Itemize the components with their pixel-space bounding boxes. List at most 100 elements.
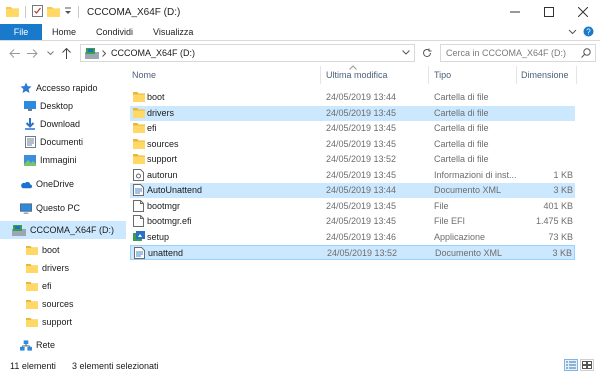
column-divider[interactable] <box>576 66 577 84</box>
sidebar-item-label: Accesso rapido <box>36 83 98 93</box>
sidebar-item-quick-access[interactable]: Accesso rapido <box>20 80 98 96</box>
address-bar[interactable]: CCCOMA_X64F (D:) <box>80 44 415 62</box>
sidebar-item-boot[interactable]: boot <box>26 242 60 258</box>
table-row[interactable]: bootmgr.efi 24/05/2019 13:45 File EFI 1.… <box>130 214 575 229</box>
search-placeholder: Cerca in CCCOMA_X64F (D:) <box>446 48 567 58</box>
table-row[interactable]: bootmgr 24/05/2019 13:45 File 401 KB <box>130 199 575 214</box>
sidebar-item-desktop[interactable]: Desktop <box>24 98 120 114</box>
file-modified: 24/05/2019 13:45 <box>326 107 397 118</box>
column-header-row: Nome Ultima modifica Tipo Dimensione <box>130 65 590 84</box>
customize-toolbar-icon[interactable] <box>64 6 72 18</box>
sidebar-item-label: efi <box>42 281 52 291</box>
drive-icon <box>85 47 99 59</box>
table-row[interactable]: setup 24/05/2019 13:46 Applicazione 73 K… <box>130 230 575 245</box>
sidebar-item-this-pc[interactable]: Questo PC <box>20 200 80 216</box>
file-size: 3 KB <box>553 185 573 195</box>
column-divider[interactable] <box>516 66 517 84</box>
sidebar-item-label: Rete <box>36 340 56 350</box>
sidebar-item-pictures[interactable]: Immagini <box>24 152 120 168</box>
sidebar-item-label: drivers <box>42 263 70 273</box>
table-row[interactable]: support 24/05/2019 13:52 Cartella di fil… <box>130 152 575 167</box>
tab-view[interactable]: Visualizza <box>143 24 203 40</box>
sidebar-item-documents[interactable]: Documenti <box>24 134 120 150</box>
minimize-button[interactable] <box>498 0 532 24</box>
table-row[interactable]: autorun 24/05/2019 13:45 Informazioni di… <box>130 168 575 183</box>
sidebar-item-efi[interactable]: efi <box>26 278 52 294</box>
folder-icon <box>26 316 38 328</box>
sidebar-item-sources[interactable]: sources <box>26 296 74 312</box>
file-modified: 24/05/2019 13:52 <box>327 248 398 258</box>
column-header-type[interactable]: Tipo <box>434 70 451 80</box>
column-header-name[interactable]: Nome <box>132 70 156 80</box>
maximize-button[interactable] <box>532 0 566 24</box>
refresh-button[interactable] <box>419 46 435 60</box>
search-icon <box>581 48 591 60</box>
new-folder-icon[interactable] <box>47 6 60 19</box>
column-divider[interactable] <box>320 66 321 84</box>
breadcrumb[interactable]: CCCOMA_X64F (D:) <box>111 48 195 58</box>
column-header-size[interactable]: Dimensione <box>521 70 569 80</box>
file-type: Cartella di file <box>434 92 489 102</box>
column-divider[interactable] <box>428 66 429 84</box>
recent-locations-button[interactable] <box>42 45 58 61</box>
up-button[interactable] <box>58 45 74 61</box>
navigation-pane: Accesso rapido Desktop Download Document… <box>0 66 126 354</box>
file-type: Informazioni di inst... <box>434 169 517 180</box>
sidebar-item-support[interactable]: support <box>26 314 72 330</box>
table-row[interactable]: boot 24/05/2019 13:44 Cartella di file <box>130 90 575 105</box>
computer-icon <box>20 202 32 214</box>
sidebar-item-label: Desktop <box>40 101 74 111</box>
sidebar-item-label: Questo PC <box>36 203 81 213</box>
back-button[interactable] <box>6 45 22 61</box>
table-row[interactable]: unattend 24/05/2019 13:52 Documento XML … <box>130 245 575 260</box>
large-icons-view-icon <box>582 361 592 369</box>
file-modified: 24/05/2019 13:46 <box>326 231 397 242</box>
tab-file[interactable]: File <box>0 24 42 40</box>
search-input[interactable]: Cerca in CCCOMA_X64F (D:) <box>440 44 596 62</box>
forward-button[interactable] <box>24 45 40 61</box>
file-type: Documento XML <box>434 185 502 195</box>
properties-icon[interactable] <box>32 5 43 19</box>
expand-ribbon-icon[interactable] <box>568 27 577 38</box>
large-icons-view-button[interactable] <box>580 359 594 371</box>
folder-icon <box>133 107 145 119</box>
file-name: unattend <box>148 248 184 258</box>
cloud-icon <box>20 178 32 190</box>
vertical-scrollbar[interactable] <box>590 66 600 354</box>
settings-file-icon <box>133 168 145 181</box>
folder-icon <box>133 138 145 150</box>
table-row[interactable]: AutoUnattend 24/05/2019 13:44 Documento … <box>130 183 575 198</box>
folder-icon <box>133 153 145 165</box>
table-row[interactable]: sources 24/05/2019 13:45 Cartella di fil… <box>130 137 575 152</box>
file-name: AutoUnattend <box>147 185 203 195</box>
file-name: support <box>147 154 178 164</box>
sidebar-item-drivers[interactable]: drivers <box>26 260 69 276</box>
file-name: autorun <box>147 169 178 180</box>
sidebar-item-downloads[interactable]: Download <box>24 116 120 132</box>
tab-share[interactable]: Condividi <box>86 24 143 40</box>
xml-file-icon <box>134 247 146 259</box>
toolbar-divider <box>78 6 79 18</box>
address-dropdown-icon[interactable] <box>402 48 410 58</box>
file-modified: 24/05/2019 13:44 <box>326 92 397 102</box>
tab-home[interactable]: Home <box>42 24 86 40</box>
up-arrow-icon <box>61 47 71 59</box>
selection-count: 3 elementi selezionati <box>72 361 159 371</box>
sidebar-item-onedrive[interactable]: OneDrive <box>20 176 74 192</box>
details-view-button[interactable] <box>564 359 578 371</box>
help-icon[interactable]: ? <box>583 26 594 39</box>
sidebar-item-label: Download <box>40 119 81 129</box>
file-type: Cartella di file <box>434 123 489 133</box>
table-row[interactable]: efi 24/05/2019 13:45 Cartella di file <box>130 121 575 136</box>
file-size: 1 KB <box>553 169 573 180</box>
close-button[interactable] <box>566 0 600 24</box>
drive-icon <box>12 224 26 236</box>
sidebar-item-drive-d[interactable]: CCCOMA_X64F (D:) <box>0 221 126 239</box>
window-title: CCCOMA_X64F (D:) <box>87 6 181 18</box>
sidebar-item-label: CCCOMA_X64F (D:) <box>30 225 115 235</box>
column-header-modified[interactable]: Ultima modifica <box>326 70 388 80</box>
table-row[interactable]: drivers 24/05/2019 13:45 Cartella di fil… <box>130 105 575 121</box>
file-type: Applicazione <box>434 231 486 242</box>
sidebar-item-network[interactable]: Rete <box>20 337 55 353</box>
file-modified: 24/05/2019 13:45 <box>326 123 397 133</box>
